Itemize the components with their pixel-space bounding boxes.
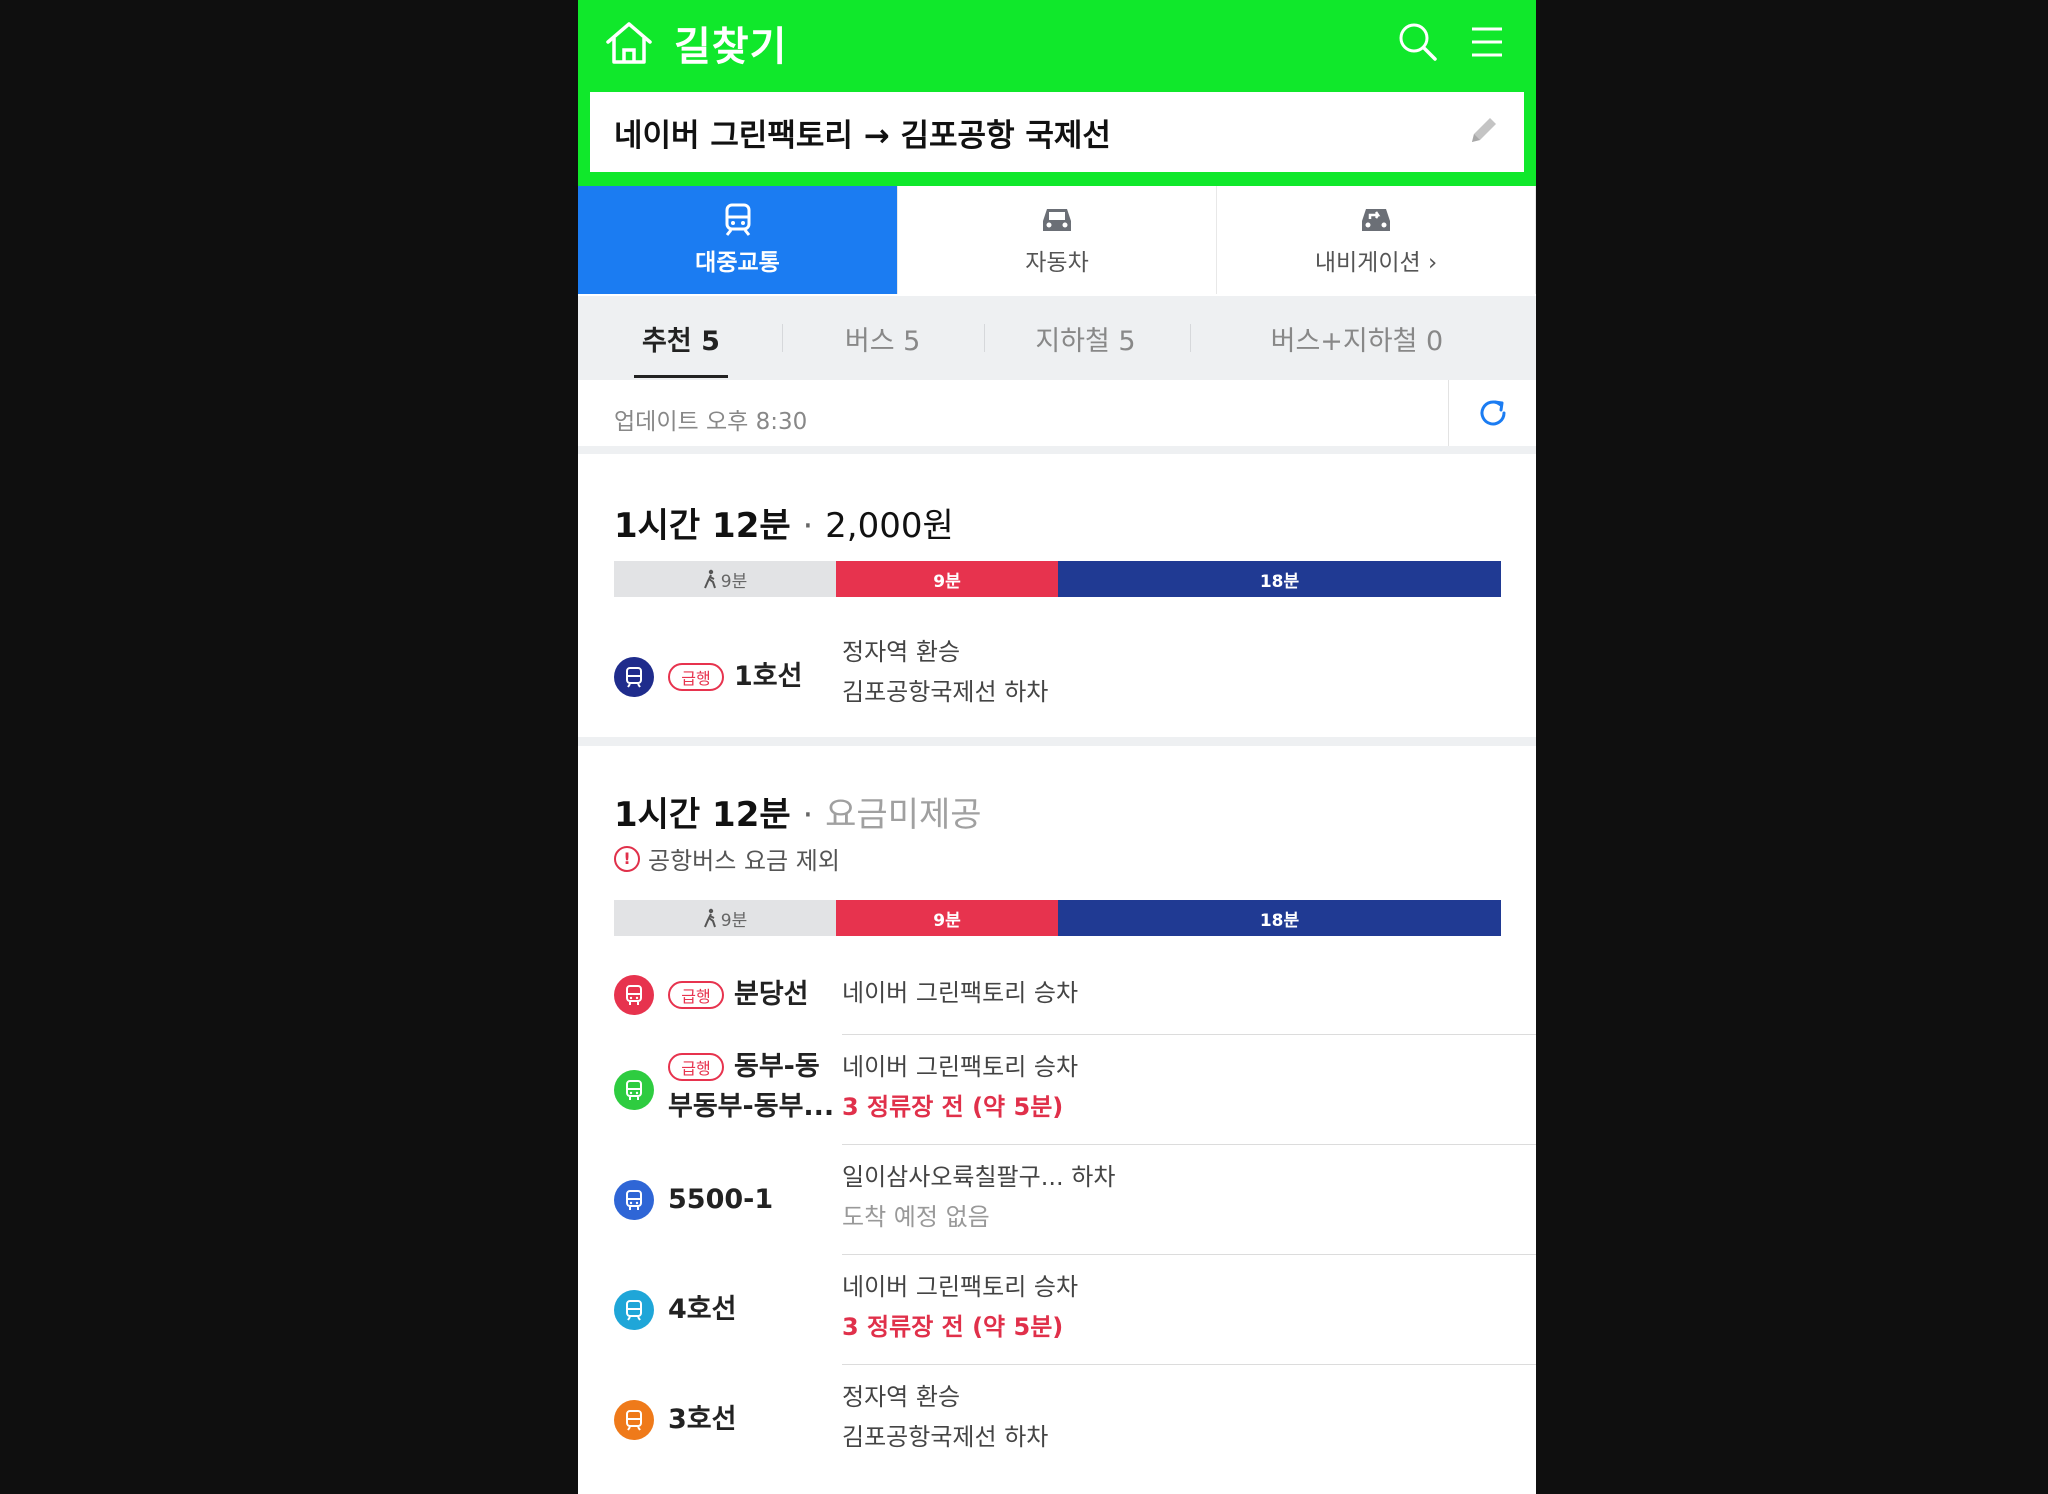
route-leg[interactable]: 5500-1 일이삼사오륙칠팔구... 하차 도착 예정 없음 [614, 1145, 1536, 1255]
line-name: 5500-1 [668, 1184, 774, 1215]
arrival-info: 3 정류장 전 (약 5분) [842, 1313, 1064, 1341]
walking-person-icon [703, 569, 716, 589]
arrival-info: 도착 예정 없음 [842, 1203, 990, 1231]
separator: · [802, 795, 814, 835]
segment-label: 9분 [720, 571, 748, 592]
leg-desc-line: 네이버 그린팩토리 승차 [842, 1273, 1079, 1301]
fare-notice: ! 공항버스 요금 제외 [614, 841, 840, 876]
tab-label: 대중교통 [695, 250, 780, 276]
bus-segment: 9분 [836, 900, 1058, 936]
arrival-info: 3 정류장 전 (약 5분) [842, 1093, 1064, 1121]
subway-segment: 18분 [1058, 900, 1501, 936]
bus-segment: 9분 [836, 561, 1058, 597]
leg-desc: 정자역 환승 김포공항국제선 하차 [842, 1377, 1048, 1457]
leg-desc: 네이버 그린팩토리 승차 3 정류장 전 (약 5분) [842, 1047, 1078, 1127]
route-card[interactable]: 1시간 12분 · 2,000원 9분 9분 18분 급행 1호선 정자역 환승 [578, 462, 1536, 746]
phone-screen: 길찾기 네이버 그린팩토리 → 김포공항 국제선 대중교통 자동차 내비게이션 … [578, 0, 1536, 1494]
route-leg[interactable]: 급행 분당선 네이버 그린팩토리 승차 [614, 955, 1536, 1035]
route-fare: 요금미제공 [825, 795, 982, 835]
line-name: 분당선 [734, 979, 809, 1010]
subway-icon [614, 657, 654, 697]
line-name: 1호선 [734, 661, 803, 692]
leg-desc: 네이버 그린팩토리 승차 3 정류장 전 (약 5분) [842, 1267, 1078, 1347]
train-icon [725, 203, 750, 236]
walk-segment: 9분 [614, 561, 836, 597]
refresh-icon[interactable] [1476, 396, 1510, 430]
line-name: 4호선 [668, 1294, 737, 1325]
time-bar: 9분 9분 18분 [614, 900, 1501, 936]
tab-car[interactable]: 자동차 [898, 186, 1217, 294]
leg-desc: 정자역 환승 김포공항국제선 하차 [842, 632, 1048, 712]
walking-person-icon [703, 908, 716, 928]
home-icon[interactable] [604, 20, 654, 66]
tab-navigation[interactable]: 내비게이션 › [1217, 186, 1536, 294]
route-duration: 1시간 12분 [614, 506, 791, 546]
tab-public-transit[interactable]: 대중교통 [578, 186, 898, 294]
leg-desc-line: 김포공항국제선 하차 [842, 678, 1049, 706]
leg-desc-line: 정자역 환승 [842, 638, 961, 666]
leg-desc-line: 일이삼사오륙칠팔구... 하차 [842, 1163, 1116, 1191]
separator: · [802, 506, 814, 546]
walk-segment: 9분 [614, 900, 836, 936]
leg-desc-line: 정자역 환승 [842, 1383, 961, 1411]
route-type-tabs: 추천 5 버스 5 지하철 5 버스+지하철 0 [578, 296, 1536, 380]
route-summary: 1시간 12분 · 2,000원 [614, 498, 954, 547]
navigation-car-icon [1362, 209, 1390, 231]
route-leg[interactable]: 3호선 정자역 환승 김포공항국제선 하차 [614, 1365, 1536, 1475]
car-icon [1043, 209, 1071, 231]
leg-desc: 일이삼사오륙칠팔구... 하차 도착 예정 없음 [842, 1157, 1115, 1237]
bus-icon [614, 1070, 654, 1110]
route-fare: 2,000원 [825, 506, 954, 546]
tab-label: 자동차 [1025, 250, 1089, 276]
tab-bus[interactable]: 버스 5 [845, 319, 920, 358]
tab-label: 내비게이션 › [1314, 250, 1438, 276]
tab-divider [781, 324, 783, 352]
tab-divider [1189, 324, 1191, 352]
subway-segment: 18분 [1058, 561, 1501, 597]
search-icon[interactable] [1396, 20, 1438, 62]
leg-desc-line: 네이버 그린팩토리 승차 [842, 1053, 1079, 1081]
bus-icon [614, 1180, 654, 1220]
line-name: 3호선 [668, 1404, 737, 1435]
line-name: 동부-동 [734, 1051, 820, 1082]
hamburger-menu-icon[interactable] [1470, 24, 1504, 60]
tab-bus-subway[interactable]: 버스+지하철 0 [1271, 319, 1444, 358]
route-leg[interactable]: 급행 동부-동 부동부-동부... 네이버 그린팩토리 승차 3 정류장 전 (… [614, 1035, 1536, 1145]
segment-label: 9분 [720, 910, 748, 931]
notice-text: 공항버스 요금 제외 [648, 847, 840, 875]
app-header: 길찾기 네이버 그린팩토리 → 김포공항 국제선 [578, 0, 1536, 186]
pencil-edit-icon[interactable] [1464, 112, 1502, 150]
divider [1448, 380, 1449, 446]
leg-desc: 네이버 그린팩토리 승차 [842, 973, 1078, 1013]
line-name-cont: 부동부-동부... [668, 1091, 835, 1122]
route-summary: 1시간 12분 · 요금미제공 [614, 787, 982, 836]
time-bar: 9분 9분 18분 [614, 561, 1501, 597]
update-time: 업데이트 오후 8:30 [614, 409, 808, 435]
route-card[interactable]: 1시간 12분 · 요금미제공 ! 공항버스 요금 제외 9분 9분 18분 급… [578, 755, 1536, 1494]
subway-icon [614, 1290, 654, 1330]
leg-desc-line: 김포공항국제선 하차 [842, 1423, 1049, 1451]
page-title: 길찾기 [674, 24, 788, 70]
express-badge: 급행 [668, 1053, 724, 1081]
exclamation-icon: ! [614, 845, 640, 872]
express-badge: 급행 [668, 663, 724, 691]
tab-subway[interactable]: 지하철 5 [1035, 319, 1135, 358]
route-leg[interactable]: 4호선 네이버 그린팩토리 승차 3 정류장 전 (약 5분) [614, 1255, 1536, 1365]
tab-recommended[interactable]: 추천 5 [634, 319, 728, 378]
route-text: 네이버 그린팩토리 → 김포공항 국제선 [614, 117, 1111, 154]
route-leg[interactable]: 급행 1호선 정자역 환승 김포공항국제선 하차 [614, 632, 1536, 722]
subway-icon [614, 1400, 654, 1440]
update-bar: 업데이트 오후 8:30 [578, 380, 1536, 454]
transport-mode-tabs: 대중교통 자동차 내비게이션 › [578, 186, 1536, 294]
express-badge: 급행 [668, 981, 724, 1009]
route-summary-box[interactable]: 네이버 그린팩토리 → 김포공항 국제선 [590, 92, 1524, 172]
leg-desc-line: 네이버 그린팩토리 승차 [842, 979, 1079, 1007]
route-duration: 1시간 12분 [614, 795, 791, 835]
tab-divider [984, 324, 986, 352]
bus-icon [614, 975, 654, 1015]
